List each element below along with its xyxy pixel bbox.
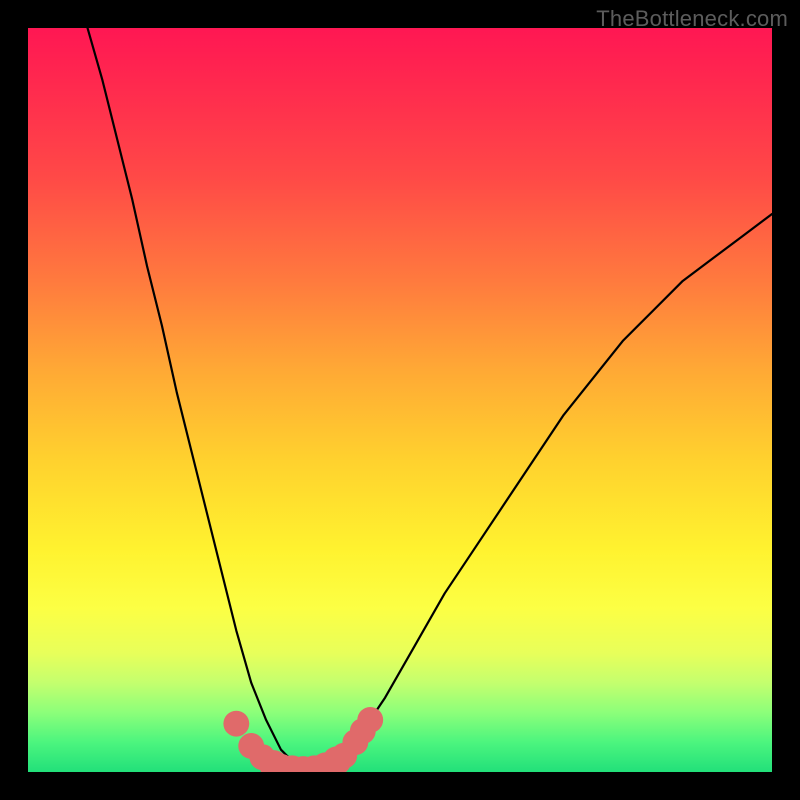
watermark-text: TheBottleneck.com (596, 6, 788, 32)
curve-layer (28, 28, 772, 772)
series-curve-right (311, 214, 772, 772)
marker-point (223, 711, 249, 737)
series-curve-left (88, 28, 311, 772)
chart-frame: TheBottleneck.com (0, 0, 800, 800)
plot-area (28, 28, 772, 772)
marker-point (357, 707, 383, 733)
